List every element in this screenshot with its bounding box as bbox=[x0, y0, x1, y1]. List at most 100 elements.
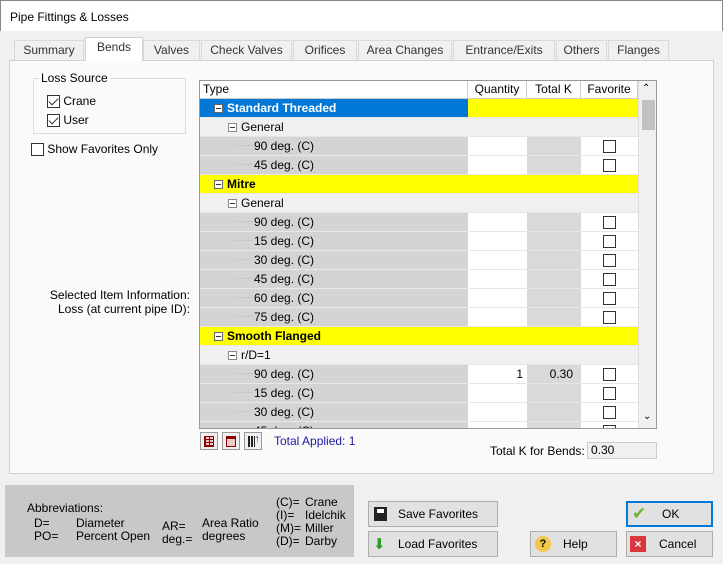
table-row[interactable]: ······· 90 deg. (C) bbox=[200, 137, 638, 156]
favorite-checkbox[interactable] bbox=[603, 387, 616, 400]
tab-valves[interactable]: Valves bbox=[143, 40, 200, 61]
loss-source-title: Loss Source bbox=[39, 71, 110, 85]
favorite-cell[interactable] bbox=[581, 365, 638, 384]
favorite-checkbox[interactable] bbox=[603, 406, 616, 419]
header-quantity[interactable]: Quantity bbox=[468, 81, 527, 99]
favorite-cell[interactable] bbox=[581, 422, 638, 428]
table-row[interactable]: ······· 90 deg. (C) 1 0.30 bbox=[200, 365, 638, 384]
table-row[interactable]: ······· 15 deg. (C) bbox=[200, 232, 638, 251]
quantity-cell[interactable] bbox=[468, 137, 527, 156]
scroll-up-icon[interactable]: ⌃ bbox=[642, 83, 650, 94]
favorite-checkbox[interactable] bbox=[603, 273, 616, 286]
expand-all-icon[interactable] bbox=[200, 432, 218, 450]
group-row[interactable]: General bbox=[200, 194, 638, 213]
total-k-cell bbox=[527, 251, 581, 270]
quantity-cell[interactable] bbox=[468, 251, 527, 270]
quantity-cell[interactable] bbox=[468, 156, 527, 175]
save-favorites-button[interactable]: Save Favorites bbox=[368, 501, 498, 527]
favorite-cell[interactable] bbox=[581, 232, 638, 251]
tab-summary[interactable]: Summary bbox=[14, 40, 84, 61]
quantity-cell[interactable] bbox=[468, 289, 527, 308]
save-icon bbox=[374, 507, 387, 521]
header-total-k[interactable]: Total K bbox=[527, 81, 581, 99]
favorite-cell[interactable] bbox=[581, 251, 638, 270]
collapse-icon[interactable] bbox=[214, 180, 223, 190]
collapse-icon[interactable] bbox=[228, 123, 237, 133]
user-checkbox[interactable]: User bbox=[47, 113, 89, 128]
table-row[interactable]: ·······45 deg. (C) bbox=[200, 156, 638, 175]
quantity-cell[interactable] bbox=[468, 270, 527, 289]
favorite-checkbox[interactable] bbox=[603, 425, 616, 428]
category-row[interactable]: Standard Threaded bbox=[200, 99, 638, 118]
tab-orifices[interactable]: Orifices bbox=[293, 40, 357, 61]
favorite-checkbox[interactable] bbox=[603, 216, 616, 229]
scroll-thumb[interactable] bbox=[642, 100, 655, 130]
save-favorites-label: Save Favorites bbox=[398, 507, 479, 521]
load-favorites-label: Load Favorites bbox=[398, 537, 478, 551]
collapse-icon[interactable] bbox=[214, 104, 223, 114]
sort-icon[interactable]: ↑ bbox=[244, 432, 262, 450]
header-type[interactable]: Type bbox=[200, 81, 468, 99]
tab-others[interactable]: Others bbox=[556, 40, 607, 61]
favorite-cell[interactable] bbox=[581, 403, 638, 422]
favorite-checkbox[interactable] bbox=[603, 311, 616, 324]
type-label: Mitre bbox=[227, 177, 256, 191]
total-k-cell bbox=[527, 308, 581, 327]
table-row[interactable]: ······· 60 deg. (C) bbox=[200, 289, 638, 308]
favorite-cell[interactable] bbox=[581, 137, 638, 156]
tab-flanges[interactable]: Flanges bbox=[608, 40, 669, 61]
favorite-checkbox[interactable] bbox=[603, 292, 616, 305]
quantity-cell[interactable] bbox=[468, 422, 527, 428]
fittings-grid[interactable]: Type Quantity Total K Favorite Standard … bbox=[199, 80, 657, 429]
group-row[interactable]: r/D=1 bbox=[200, 346, 638, 365]
tab-area-changes[interactable]: Area Changes bbox=[358, 40, 452, 61]
favorite-cell[interactable] bbox=[581, 289, 638, 308]
quantity-cell[interactable] bbox=[468, 403, 527, 422]
selected-item-info: Selected Item Information: Loss (at curr… bbox=[20, 288, 190, 316]
favorite-checkbox[interactable] bbox=[603, 254, 616, 267]
quantity-cell[interactable]: 1 bbox=[468, 365, 527, 384]
quantity-cell[interactable] bbox=[468, 232, 527, 251]
quantity-cell[interactable] bbox=[468, 213, 527, 232]
favorite-cell[interactable] bbox=[581, 308, 638, 327]
type-label: 30 deg. (C) bbox=[254, 405, 315, 419]
header-favorite[interactable]: Favorite bbox=[581, 81, 638, 99]
favorite-cell[interactable] bbox=[581, 384, 638, 403]
table-row[interactable]: ······· 30 deg. (C) bbox=[200, 403, 638, 422]
collapse-all-icon[interactable] bbox=[222, 432, 240, 450]
quantity-cell[interactable] bbox=[468, 308, 527, 327]
tab-entrance-exits[interactable]: Entrance/Exits bbox=[453, 40, 555, 61]
favorite-cell[interactable] bbox=[581, 156, 638, 175]
favorite-checkbox[interactable] bbox=[603, 159, 616, 172]
favorite-checkbox[interactable] bbox=[603, 368, 616, 381]
table-row[interactable]: ·······45 deg. (C) bbox=[200, 270, 638, 289]
tab-check-valves[interactable]: Check Valves bbox=[201, 40, 292, 61]
category-row[interactable]: Smooth Flanged bbox=[200, 327, 638, 346]
table-row[interactable]: ······· 90 deg. (C) bbox=[200, 213, 638, 232]
favorite-cell[interactable] bbox=[581, 270, 638, 289]
favorite-checkbox[interactable] bbox=[603, 140, 616, 153]
table-row[interactable]: ······· 75 deg. (C) bbox=[200, 308, 638, 327]
ok-button[interactable]: ✔ OK bbox=[626, 501, 713, 527]
tab-bends[interactable]: Bends bbox=[85, 37, 143, 61]
collapse-icon[interactable] bbox=[214, 332, 223, 342]
show-favorites-checkbox[interactable]: Show Favorites Only bbox=[31, 142, 158, 157]
favorite-checkbox[interactable] bbox=[603, 235, 616, 248]
favorite-cell[interactable] bbox=[581, 213, 638, 232]
collapse-icon[interactable] bbox=[228, 199, 237, 209]
cancel-button[interactable]: × Cancel bbox=[626, 531, 713, 557]
scroll-down-icon[interactable]: ⌄ bbox=[643, 411, 651, 422]
category-row[interactable]: Mitre bbox=[200, 175, 638, 194]
type-label: 90 deg. (C) bbox=[254, 139, 315, 153]
cancel-label: Cancel bbox=[659, 537, 697, 551]
group-row[interactable]: General bbox=[200, 118, 638, 137]
table-row[interactable]: ·······45 deg. (C) bbox=[200, 422, 638, 428]
vertical-scrollbar[interactable]: ⌃ ⌄ bbox=[638, 81, 656, 428]
quantity-cell[interactable] bbox=[468, 384, 527, 403]
help-button[interactable]: ? Help bbox=[530, 531, 617, 557]
table-row[interactable]: ······· 15 deg. (C) bbox=[200, 384, 638, 403]
load-favorites-button[interactable]: ⬇ Load Favorites bbox=[368, 531, 498, 557]
crane-checkbox[interactable]: Crane bbox=[47, 94, 96, 109]
table-row[interactable]: ······· 30 deg. (C) bbox=[200, 251, 638, 270]
collapse-icon[interactable] bbox=[228, 351, 237, 361]
